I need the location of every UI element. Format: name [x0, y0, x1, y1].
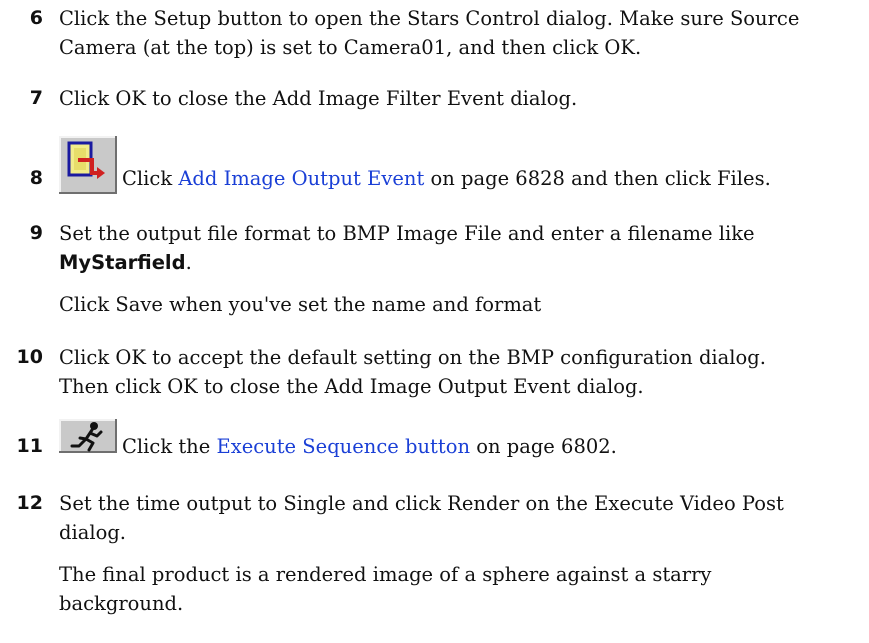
step-number: 8: [29, 167, 43, 189]
step-note: The final product is a rendered image of…: [59, 563, 712, 615]
step-text: Click OK to accept the default setting o…: [59, 343, 864, 401]
step-text: Set the output file format to BMP Image …: [59, 219, 864, 319]
text-line: Set the time output to Single and click …: [59, 492, 784, 515]
step-text: Click OK to close the Add Image Filter E…: [59, 87, 578, 110]
step-text: Click the Execute Sequence button on pag…: [122, 435, 617, 458]
step-number: 9: [29, 222, 43, 244]
step-note: Click Save when you've set the name and …: [59, 293, 542, 316]
execute-sequence-running-man-icon[interactable]: [59, 419, 117, 453]
step-number: 10: [16, 346, 43, 368]
add-image-output-event-icon[interactable]: [59, 136, 117, 194]
filename-bold: MyStarfield: [59, 251, 186, 274]
step-text: Set the time output to Single and click …: [59, 489, 864, 618]
step-number: 6: [29, 7, 43, 29]
text-line: dialog.: [59, 521, 127, 544]
text-line: Set the output file format to BMP Image …: [59, 222, 755, 245]
text-line: Then click OK to close the Add Image Out…: [59, 375, 644, 398]
text-line: Click OK to accept the default setting o…: [59, 346, 766, 369]
step-number: 7: [29, 87, 43, 109]
step-number: 12: [16, 492, 43, 514]
step-text: Click Add Image Output Event on page 682…: [122, 167, 771, 190]
document-page: 6 Click the Setup button to open the Sta…: [0, 0, 869, 643]
step-text: Click the Setup button to open the Stars…: [59, 4, 864, 62]
execute-sequence-button-link[interactable]: Execute Sequence button: [216, 435, 470, 458]
text-line: Click the Setup button to open the Stars…: [59, 7, 800, 30]
add-image-output-event-link[interactable]: Add Image Output Event: [178, 167, 424, 190]
text-line: Camera (at the top) is set to Camera01, …: [59, 36, 642, 59]
step-number: 11: [16, 435, 43, 457]
